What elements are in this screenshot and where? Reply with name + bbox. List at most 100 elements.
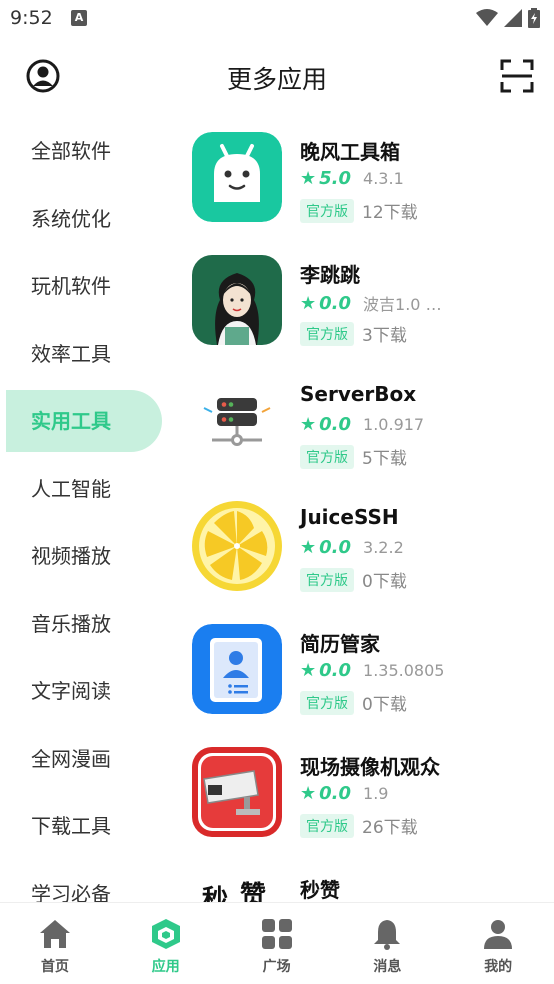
official-badge: 官方版 (300, 444, 354, 469)
app-score: 0.0 (319, 783, 352, 804)
person-icon (481, 917, 515, 951)
star-icon: ★ (300, 660, 317, 681)
app-version: 3.2.2 (363, 538, 404, 557)
sidebar-item[interactable]: 全网漫画 (6, 728, 162, 790)
download-count: 0下载 (362, 572, 407, 592)
sidebar-item[interactable]: 下载工具 (6, 795, 162, 857)
svg-text:秒: 秒 (202, 885, 228, 902)
official-badge: 官方版 (300, 690, 354, 715)
nav-item[interactable]: 首页 (0, 903, 110, 984)
app-version: 波吉1.0 … (363, 295, 442, 314)
nav-label: 首页 (41, 959, 69, 975)
app-rating: ★ 0.0 1.35.0805 (300, 660, 444, 681)
app-meta: 官方版 0下载 (300, 567, 407, 592)
sidebar-item[interactable]: 音乐播放 (6, 593, 162, 655)
battery-icon (528, 8, 540, 28)
nav-item[interactable]: 广场 (222, 903, 332, 984)
miaozan-logo-icon: 秒赞 (192, 870, 282, 902)
app-meta: 官方版 3下载 (300, 321, 407, 346)
camera-icon (192, 747, 282, 837)
app-rating: ★ 0.0 3.2.2 (300, 537, 404, 558)
app-score: 0.0 (319, 414, 352, 435)
nav-label: 消息 (373, 959, 402, 975)
sidebar-item[interactable]: 文字阅读 (6, 660, 162, 722)
bell-icon (370, 917, 404, 951)
cube-icon (149, 917, 183, 951)
sidebar-item[interactable]: 学习必备 (6, 863, 162, 903)
official-badge: 官方版 (300, 321, 354, 346)
sidebar-item[interactable]: 实用工具 (6, 390, 162, 452)
signal-icon (504, 9, 522, 27)
header: 更多应用 (0, 40, 554, 114)
app-name: ServerBox (300, 382, 417, 406)
download-count: 0下载 (362, 695, 407, 715)
app-meta: 官方版 5下载 (300, 444, 407, 469)
lemon-icon (192, 501, 282, 591)
status-bar: 9:52 A (0, 0, 554, 40)
nav-item[interactable]: 应用 (111, 903, 221, 984)
star-icon: ★ (300, 414, 317, 435)
download-count: 12下载 (362, 203, 418, 223)
app-name: 秒赞 (300, 878, 340, 902)
sidebar-item[interactable]: 系统优化 (6, 188, 162, 250)
nav-label: 广场 (262, 959, 291, 975)
page-title: 更多应用 (226, 65, 327, 94)
app-score: 0.0 (319, 660, 352, 681)
download-count: 26下载 (362, 818, 418, 838)
app-list: 晚风工具箱 ★ 5.0 4.3.1 官方版 12下载 李跳跳 ★ 0.0 波吉1.0 … 官方版 3下… (180, 117, 554, 902)
app-name: 简历管家 (300, 632, 380, 656)
star-icon: ★ (300, 783, 317, 804)
official-badge: 官方版 (300, 567, 354, 592)
sidebar-item[interactable]: 视频播放 (6, 525, 162, 587)
star-icon: ★ (300, 537, 317, 558)
sidebar-item[interactable]: 效率工具 (6, 323, 162, 385)
sidebar-item[interactable]: 全部软件 (6, 120, 162, 182)
app-version: 1.35.0805 (363, 661, 445, 680)
home-icon (38, 917, 72, 951)
app-rating: ★ 0.0 1.0.917 (300, 414, 424, 435)
official-badge: 官方版 (300, 198, 354, 223)
app-list-item[interactable]: 现场摄像机观众 ★ 0.0 1.9 官方版 26下载 (180, 735, 554, 858)
app-name: 晚风工具箱 (300, 140, 400, 164)
star-icon: ★ (300, 168, 317, 189)
wifi-icon (476, 9, 498, 26)
app-list-item[interactable]: 晚风工具箱 ★ 5.0 4.3.1 官方版 12下载 (180, 120, 554, 243)
app-rating: ★ 5.0 4.3.1 (300, 168, 404, 189)
grid-icon (260, 917, 294, 951)
app-list-item[interactable]: 李跳跳 ★ 0.0 波吉1.0 … 官方版 3下载 (180, 243, 554, 366)
category-sidebar: 全部软件 系统优化 玩机软件 效率工具 实用工具 人工智能 视频播放 音乐播放 文字阅读 全网漫画… (0, 117, 170, 902)
bottom-nav: 首页 应用 广场 消息 我的 (0, 902, 554, 984)
status-time: 9:52 (10, 7, 53, 29)
scan-icon[interactable] (499, 58, 535, 94)
sidebar-item[interactable]: 人工智能 (6, 458, 162, 520)
sidebar-item[interactable]: 玩机软件 (6, 255, 162, 317)
app-version: 1.0.917 (363, 415, 425, 434)
app-meta: 官方版 0下载 (300, 690, 407, 715)
nav-item[interactable]: 消息 (332, 903, 442, 984)
app-list-item[interactable]: JuiceSSH ★ 0.0 3.2.2 官方版 0下载 (180, 489, 554, 612)
app-rating: ★ 0.0 1.9 (300, 783, 388, 804)
app-score: 0.0 (319, 537, 352, 558)
nav-label: 我的 (484, 959, 513, 975)
app-list-item[interactable]: 秒赞秒赞 (180, 858, 554, 902)
star-icon: ★ (300, 292, 317, 314)
app-list-item[interactable]: 简历管家 ★ 0.0 1.35.0805 官方版 0下载 (180, 612, 554, 735)
android-face-icon (192, 132, 282, 222)
app-name: 李跳跳 (300, 263, 360, 287)
app-name: JuiceSSH (300, 505, 399, 529)
app-list-item[interactable]: ServerBox ★ 0.0 1.0.917 官方版 5下载 (180, 366, 554, 489)
app-rating: ★ 0.0 波吉1.0 … (300, 291, 442, 315)
resume-icon (192, 624, 282, 714)
app-score: 5.0 (319, 168, 352, 189)
nav-label: 应用 (151, 959, 180, 975)
download-count: 5下载 (362, 449, 407, 469)
svg-text:赞: 赞 (239, 881, 266, 902)
app-version: 1.9 (363, 784, 389, 803)
status-indicators (476, 8, 540, 28)
server-icon (192, 378, 282, 468)
app-version: 4.3.1 (363, 169, 404, 188)
girl-avatar-icon (192, 255, 282, 345)
official-badge: 官方版 (300, 813, 354, 838)
nav-item[interactable]: 我的 (443, 903, 553, 984)
app-meta: 官方版 26下载 (300, 813, 418, 838)
